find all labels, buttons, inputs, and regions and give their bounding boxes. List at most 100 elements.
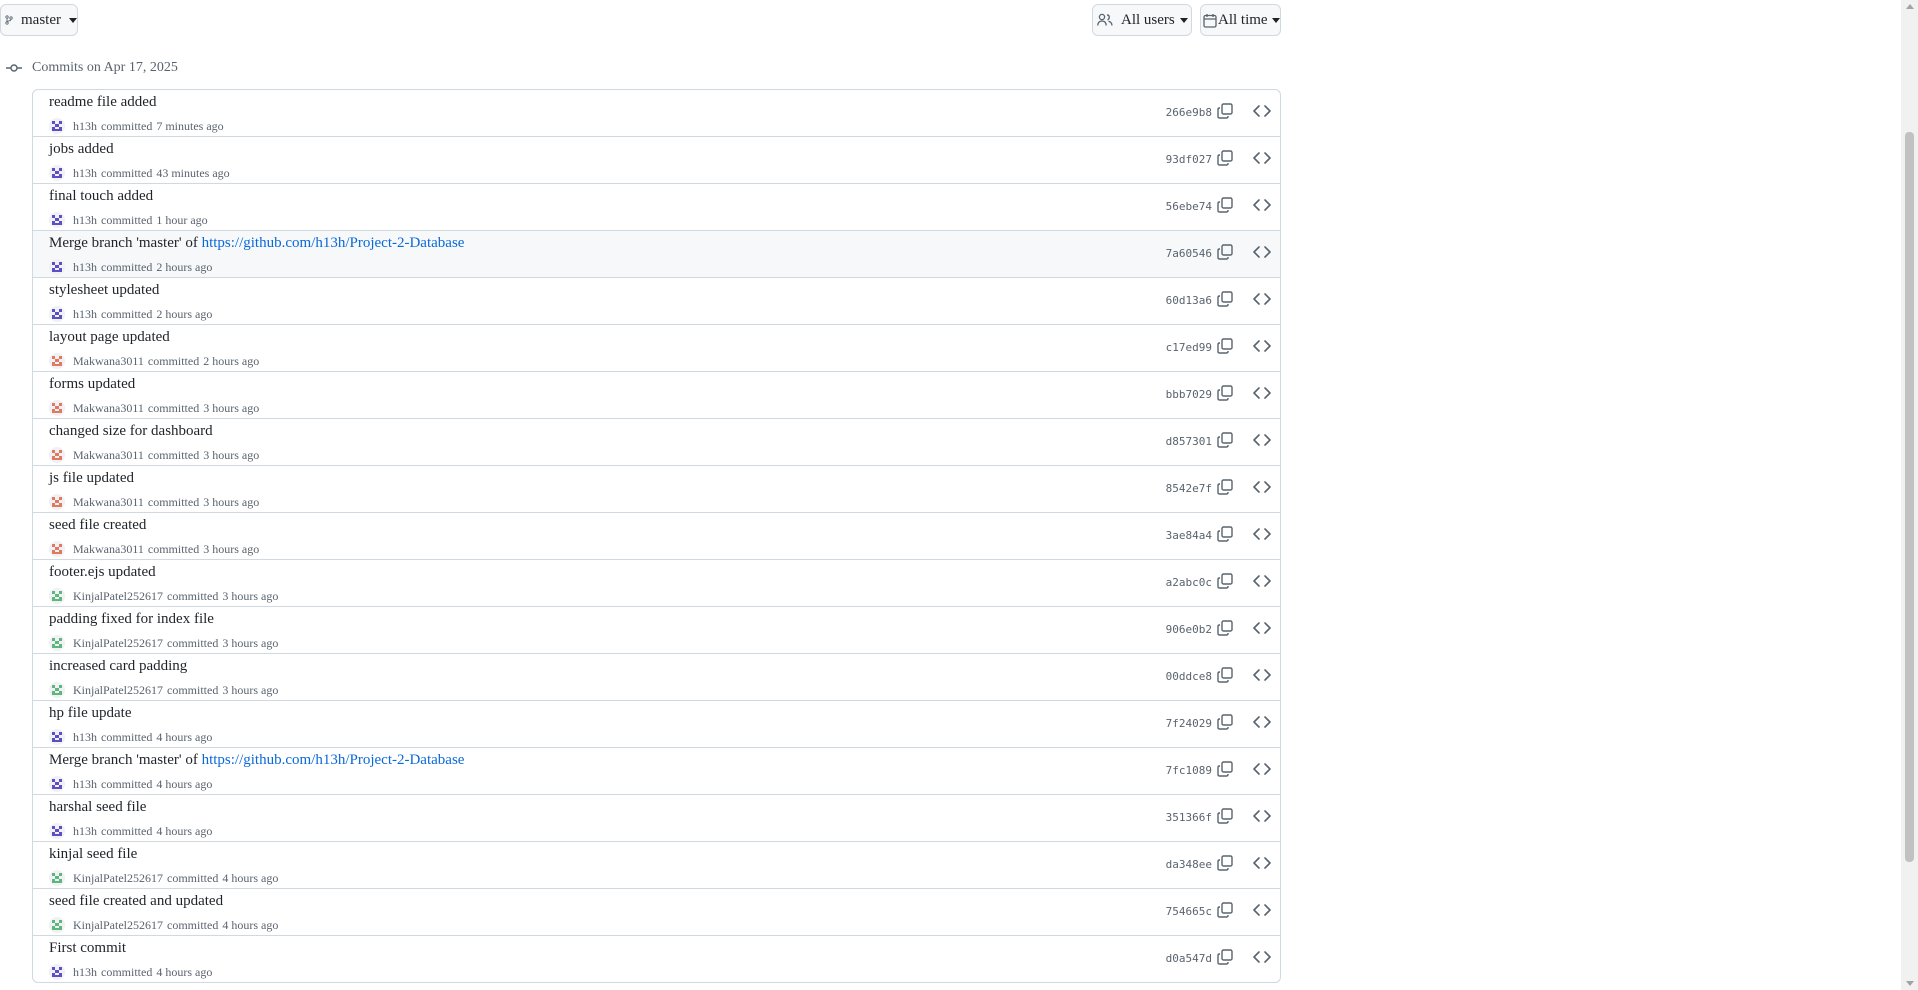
commit-sha-link[interactable]: 8542e7f <box>1166 482 1212 495</box>
copy-sha-icon[interactable] <box>1216 290 1234 308</box>
commit-row[interactable]: harshal seed file h13h committed 4 hours ag… <box>33 794 1280 841</box>
commit-message[interactable]: changed size for dashboard <box>49 423 213 439</box>
browse-code-icon[interactable] <box>1252 854 1272 872</box>
commit-row[interactable]: First commit h13h committed 4 hours ago d0a5… <box>33 935 1280 982</box>
copy-sha-icon[interactable] <box>1216 478 1234 496</box>
commit-sha-link[interactable]: 266e9b8 <box>1166 106 1212 119</box>
page-scrollbar[interactable] <box>1901 0 1918 990</box>
author-avatar[interactable] <box>49 118 65 134</box>
copy-sha-icon[interactable] <box>1216 149 1234 167</box>
copy-sha-icon[interactable] <box>1216 525 1234 543</box>
author-avatar[interactable] <box>49 400 65 416</box>
commit-sha-link[interactable]: 754665c <box>1166 905 1212 918</box>
author-avatar[interactable] <box>49 729 65 745</box>
commit-sha-link[interactable]: d0a547d <box>1166 952 1212 965</box>
commit-sha-link[interactable]: 3ae84a4 <box>1166 529 1212 542</box>
commit-row[interactable]: jobs added h13h committed 43 minutes ago 93d… <box>33 136 1280 183</box>
browse-code-icon[interactable] <box>1252 431 1272 449</box>
commit-sha-link[interactable]: 56ebe74 <box>1166 200 1212 213</box>
commit-author[interactable]: Makwana3011 <box>73 354 144 369</box>
author-avatar[interactable] <box>49 259 65 275</box>
commit-message[interactable]: seed file created and updated <box>49 893 223 909</box>
commit-sha-link[interactable]: c17ed99 <box>1166 341 1212 354</box>
commit-sha-link[interactable]: a2abc0c <box>1166 576 1212 589</box>
browse-code-icon[interactable] <box>1252 243 1272 261</box>
author-avatar[interactable] <box>49 964 65 980</box>
browse-code-icon[interactable] <box>1252 337 1272 355</box>
commit-message[interactable]: First commit <box>49 940 126 956</box>
commit-message-link[interactable]: https://github.com/h13h/Project-2-Databa… <box>202 752 465 768</box>
browse-code-icon[interactable] <box>1252 666 1272 684</box>
commit-message[interactable]: forms updated <box>49 376 135 392</box>
author-avatar[interactable] <box>49 588 65 604</box>
commit-sha-link[interactable]: 00ddce8 <box>1166 670 1212 683</box>
copy-sha-icon[interactable] <box>1216 666 1234 684</box>
commit-author[interactable]: h13h <box>73 965 97 980</box>
commit-author[interactable]: h13h <box>73 213 97 228</box>
copy-sha-icon[interactable] <box>1216 243 1234 261</box>
time-filter-button[interactable]: All time <box>1200 4 1281 36</box>
commit-message[interactable]: jobs added <box>49 141 114 157</box>
copy-sha-icon[interactable] <box>1216 854 1234 872</box>
author-avatar[interactable] <box>49 823 65 839</box>
commit-author[interactable]: KinjalPatel252617 <box>73 589 163 604</box>
commit-message[interactable]: final touch added <box>49 188 153 204</box>
copy-sha-icon[interactable] <box>1216 948 1234 966</box>
commit-row[interactable]: increased card padding KinjalPatel252617 c… <box>33 653 1280 700</box>
commit-author[interactable]: h13h <box>73 260 97 275</box>
commit-sha-link[interactable]: 7fc1089 <box>1166 764 1212 777</box>
commit-sha-link[interactable]: bbb7029 <box>1166 388 1212 401</box>
browse-code-icon[interactable] <box>1252 384 1272 402</box>
commit-author[interactable]: h13h <box>73 166 97 181</box>
commit-row[interactable]: seed file created Makwana3011 committed 3 h… <box>33 512 1280 559</box>
commit-author[interactable]: Makwana3011 <box>73 542 144 557</box>
commit-author[interactable]: Makwana3011 <box>73 495 144 510</box>
scroll-down-arrow-icon[interactable] <box>1906 981 1914 986</box>
commit-row[interactable]: kinjal seed file KinjalPatel252617 committ… <box>33 841 1280 888</box>
commit-row[interactable]: changed size for dashboard Makwana3011 com… <box>33 418 1280 465</box>
commit-author[interactable]: h13h <box>73 119 97 134</box>
commit-row[interactable]: forms updated Makwana3011 committed 3 hours… <box>33 371 1280 418</box>
browse-code-icon[interactable] <box>1252 149 1272 167</box>
branch-selector-button[interactable]: master <box>0 4 78 36</box>
commit-message[interactable]: Merge branch 'master' of <box>49 235 202 251</box>
commit-sha-link[interactable]: da348ee <box>1166 858 1212 871</box>
commit-sha-link[interactable]: 60d13a6 <box>1166 294 1212 307</box>
author-avatar[interactable] <box>49 212 65 228</box>
browse-code-icon[interactable] <box>1252 901 1272 919</box>
commit-author[interactable]: Makwana3011 <box>73 401 144 416</box>
commit-sha-link[interactable]: 93df027 <box>1166 153 1212 166</box>
author-avatar[interactable] <box>49 353 65 369</box>
commit-message[interactable]: seed file created <box>49 517 146 533</box>
browse-code-icon[interactable] <box>1252 196 1272 214</box>
author-avatar[interactable] <box>49 682 65 698</box>
browse-code-icon[interactable] <box>1252 948 1272 966</box>
copy-sha-icon[interactable] <box>1216 619 1234 637</box>
commit-row[interactable]: seed file created and updated KinjalPatel… <box>33 888 1280 935</box>
copy-sha-icon[interactable] <box>1216 384 1234 402</box>
author-avatar[interactable] <box>49 870 65 886</box>
commit-message[interactable]: footer.ejs updated <box>49 564 156 580</box>
commit-sha-link[interactable]: d857301 <box>1166 435 1212 448</box>
commit-row[interactable]: final touch added h13h committed 1 hour ago… <box>33 183 1280 230</box>
commit-row[interactable]: stylesheet updated h13h committed 2 hours a… <box>33 277 1280 324</box>
copy-sha-icon[interactable] <box>1216 337 1234 355</box>
commit-author[interactable]: KinjalPatel252617 <box>73 871 163 886</box>
browse-code-icon[interactable] <box>1252 807 1272 825</box>
commit-sha-link[interactable]: 351366f <box>1166 811 1212 824</box>
users-filter-button[interactable]: All users <box>1092 4 1192 36</box>
commit-author[interactable]: KinjalPatel252617 <box>73 683 163 698</box>
commit-author[interactable]: h13h <box>73 777 97 792</box>
commit-message-link[interactable]: https://github.com/h13h/Project-2-Databa… <box>202 235 465 251</box>
commit-row[interactable]: hp file update h13h committed 4 hours ago 7f… <box>33 700 1280 747</box>
author-avatar[interactable] <box>49 541 65 557</box>
commit-row[interactable]: Merge branch 'master' of https://github.… <box>33 747 1280 794</box>
copy-sha-icon[interactable] <box>1216 102 1234 120</box>
copy-sha-icon[interactable] <box>1216 713 1234 731</box>
browse-code-icon[interactable] <box>1252 760 1272 778</box>
commit-sha-link[interactable]: 7f24029 <box>1166 717 1212 730</box>
author-avatar[interactable] <box>49 165 65 181</box>
scroll-up-arrow-icon[interactable] <box>1906 4 1914 9</box>
browse-code-icon[interactable] <box>1252 290 1272 308</box>
commit-author[interactable]: Makwana3011 <box>73 448 144 463</box>
